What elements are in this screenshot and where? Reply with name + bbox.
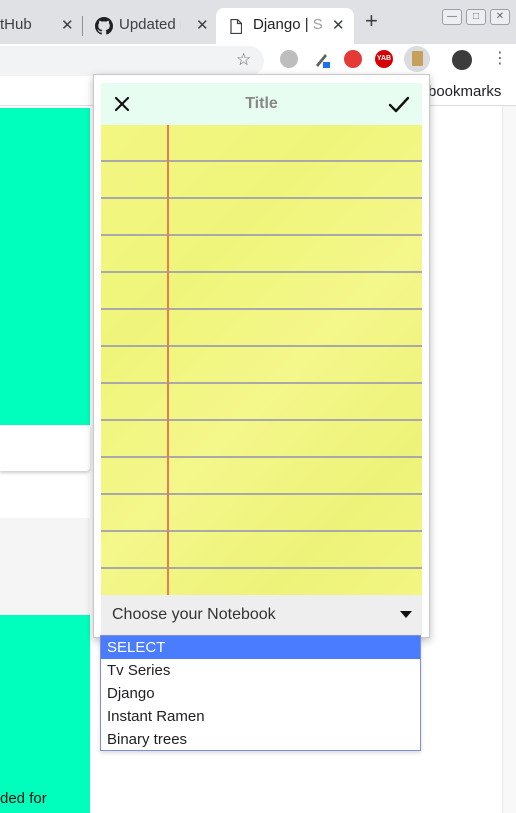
new-tab-button[interactable]: +	[365, 10, 378, 32]
tab-github[interactable]: tHub ✕	[0, 8, 82, 44]
avatar[interactable]	[452, 50, 472, 70]
tab-title-visible: Updated	[119, 16, 176, 33]
grey-section	[0, 518, 90, 615]
tab-close-icon[interactable]: ✕	[196, 16, 209, 34]
toolbar: ☆ YAB ⋮	[0, 44, 516, 76]
note-title[interactable]: Title	[101, 95, 422, 113]
dropdown-option[interactable]: SELECT	[101, 636, 420, 659]
note-body-input[interactable]	[175, 133, 415, 583]
tab-updated[interactable]: Updated r ✕	[82, 8, 216, 44]
tab-title-visible: Django |	[253, 16, 313, 33]
dropdown-option[interactable]: Binary trees	[101, 728, 420, 751]
address-bar[interactable]	[0, 46, 264, 76]
extension-red-icon[interactable]	[344, 50, 362, 68]
tab-title-faded: S	[312, 16, 323, 33]
tab-title: Updated r	[119, 16, 181, 33]
tab-close-icon[interactable]: ✕	[332, 16, 345, 34]
tab-title: Django | S	[253, 16, 325, 33]
tab-close-icon[interactable]: ✕	[61, 16, 74, 34]
maximize-button[interactable]: □	[466, 9, 486, 25]
dropdown-option[interactable]: Django	[101, 682, 420, 705]
note-paper	[101, 125, 422, 595]
teal-card	[0, 108, 90, 425]
tab-title-faded: r	[176, 16, 181, 33]
left-column: ded for	[0, 106, 92, 813]
star-icon[interactable]: ☆	[236, 50, 251, 70]
margin-line	[167, 125, 169, 595]
minimize-button[interactable]: —	[442, 9, 462, 25]
page-scrollbar[interactable]	[502, 106, 516, 813]
teal-card-2	[0, 615, 90, 813]
extension-pen-icon[interactable]	[313, 50, 331, 68]
dropdown-arrow-icon	[400, 611, 412, 618]
github-icon	[95, 17, 113, 35]
document-icon	[230, 19, 242, 34]
card-footer	[0, 425, 90, 471]
notebook-dropdown-list: SELECT Tv Series Django Instant Ramen Bi…	[100, 635, 421, 751]
dropdown-option[interactable]: Instant Ramen	[101, 705, 420, 728]
extension-yab-icon[interactable]: YAB	[375, 50, 393, 68]
tab-title: tHub	[0, 16, 32, 33]
other-bookmarks-label[interactable]: bookmarks	[428, 83, 501, 100]
notebook-select[interactable]: Choose your Notebook	[101, 595, 422, 635]
tab-django-active[interactable]: Django | S ✕	[216, 8, 354, 44]
check-icon[interactable]	[387, 93, 411, 115]
extension-globe-icon[interactable]	[280, 50, 298, 68]
dropdown-option[interactable]: Tv Series	[101, 659, 420, 682]
note-popup: Title Choose your Notebook	[93, 74, 430, 638]
tab-strip: tHub ✕ Updated r ✕ Django | S ✕ + — □ ✕	[0, 0, 516, 44]
note-header: Title	[101, 83, 422, 125]
menu-kebab-icon[interactable]: ⋮	[492, 48, 508, 68]
extension-notebook-icon[interactable]	[404, 46, 430, 72]
notebook-select-label: Choose your Notebook	[112, 606, 276, 623]
close-window-button[interactable]: ✕	[490, 9, 510, 25]
teal-card-text: ded for	[0, 790, 47, 807]
